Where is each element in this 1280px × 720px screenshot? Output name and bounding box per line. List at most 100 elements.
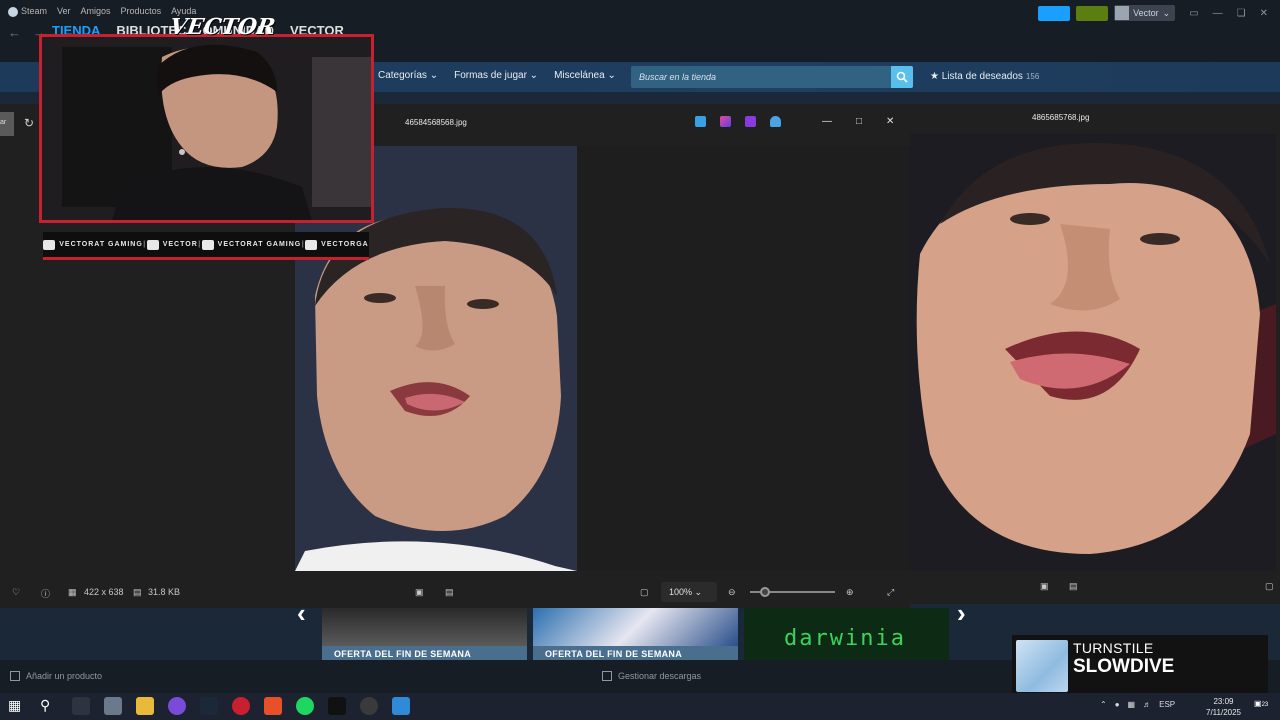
carousel-tile-2[interactable]: OFERTA DEL FIN DE SEMANA [533, 608, 738, 660]
maximize-icon[interactable]: ❏ [1237, 8, 1246, 19]
tile-image [322, 608, 527, 646]
avatar [1115, 6, 1130, 20]
announcements-button[interactable] [1038, 5, 1071, 21]
wishlist-link[interactable]: ★ Lista de deseados 156 [930, 71, 1039, 82]
text-scan-icon-2[interactable]: ▤ [1069, 581, 1078, 592]
discord-icon[interactable] [168, 697, 186, 715]
onedrive-icon[interactable] [770, 116, 781, 127]
downloads-label: Gestionar descargas [618, 671, 702, 681]
brand-logo: VECTOR [168, 14, 277, 40]
zoom-slider-thumb[interactable] [760, 587, 770, 597]
download-icon [602, 671, 612, 681]
zoom-level-select[interactable]: 100% ⌄ [661, 582, 717, 602]
obs-icon[interactable] [360, 697, 378, 715]
clipchamp-icon[interactable] [745, 116, 756, 127]
rotate-icon[interactable]: ↻ [24, 116, 34, 130]
user-menu[interactable]: Vector ⌄ [1114, 5, 1176, 21]
search-button[interactable] [891, 66, 913, 88]
webcam-overlay [39, 34, 374, 223]
youtube-icon [43, 239, 56, 250]
twitch-icon [146, 239, 159, 250]
fullscreen-icon[interactable]: ⤢ [887, 587, 894, 598]
network-icon[interactable]: ▦ [1128, 700, 1136, 709]
viewer-empty-canvas [577, 146, 910, 571]
viewer-filename: 46584568568.jpg [405, 118, 467, 127]
maximize-icon[interactable]: □ [856, 116, 862, 127]
spotify-icon[interactable] [296, 697, 314, 715]
minimize-icon[interactable]: — [822, 116, 832, 127]
nav-categorias[interactable]: Categorías ⌄ [378, 70, 438, 81]
monitor-icon[interactable]: ▭ [1189, 8, 1198, 19]
steam-icon[interactable] [200, 697, 218, 715]
app-icon[interactable] [328, 697, 346, 715]
fit-window-icon-2[interactable]: ▢ [1265, 581, 1274, 592]
twitter-icon [201, 239, 214, 250]
photo-image-2 [910, 134, 1276, 571]
close-icon[interactable]: ✕ [1260, 8, 1268, 19]
add-product-button[interactable]: Añadir un producto [10, 671, 102, 681]
brave-icon[interactable] [264, 697, 282, 715]
menu-steam[interactable]: Steam [8, 6, 47, 17]
scan-icon[interactable]: ▣ [415, 587, 424, 598]
scan-icon-2[interactable]: ▣ [1040, 581, 1049, 592]
nav-miscelanea[interactable]: Miscelánea ⌄ [554, 70, 616, 81]
clock-date: 7/11/2025 [1206, 708, 1241, 717]
social-bar: VECTORAT GAMING | VECTOR | VECTORAT GAMI… [43, 232, 369, 260]
chevron-up-icon[interactable]: ⌃ [1100, 700, 1107, 709]
album-art [1016, 640, 1068, 692]
left-edge-tab[interactable]: ar [0, 112, 14, 136]
social-twitter: VECTORAT GAMING [201, 239, 302, 250]
carousel-prev-icon[interactable]: ‹ [297, 598, 306, 629]
back-arrow-icon[interactable]: ← [8, 25, 21, 40]
minimize-icon[interactable]: — [1213, 8, 1223, 19]
tile-label: OFERTA DEL FIN DE SEMANA [322, 646, 527, 660]
search-icon[interactable]: ⚲ [40, 697, 58, 715]
tile-image [533, 608, 738, 646]
file-explorer-icon[interactable] [136, 697, 154, 715]
fit-window-icon[interactable]: ▢ [640, 587, 649, 598]
search-input[interactable]: Buscar en la tienda [631, 66, 891, 88]
social-instagram: VECTORGA [305, 239, 369, 250]
designer-icon[interactable] [720, 116, 731, 127]
clock[interactable]: 23:09 7/11/2025 [1206, 696, 1241, 718]
notification-center[interactable]: ▣23 [1254, 699, 1268, 708]
chevron-down-icon: ⌄ [1162, 7, 1171, 18]
steam-menu-bar: Steam Ver Amigos Productos Ayuda [8, 6, 196, 17]
star-icon: ★ [930, 71, 939, 82]
manage-downloads-button[interactable]: Gestionar descargas [602, 671, 701, 681]
task-view-icon[interactable] [72, 697, 90, 715]
notifications-button[interactable] [1076, 5, 1109, 21]
zoom-out-icon[interactable]: ⊖ [728, 587, 736, 598]
viewer-filename-2: 4865685768.jpg [1032, 113, 1090, 122]
photos-icon[interactable] [392, 697, 410, 715]
app-icon[interactable] [104, 697, 122, 715]
volume-icon[interactable]: ♬ [1143, 700, 1151, 709]
microphone-icon[interactable]: ● [1115, 700, 1120, 709]
viewer-window-controls: — □ ✕ [822, 116, 894, 127]
store-nav-items: Categorías ⌄ Formas de jugar ⌄ Misceláne… [378, 70, 616, 81]
menu-ver[interactable]: Ver [57, 6, 71, 16]
carousel-next-icon[interactable]: › [957, 598, 966, 629]
text-scan-icon[interactable]: ▤ [445, 587, 454, 598]
zoom-level: 100% [669, 587, 693, 597]
steam-logo-icon [8, 6, 18, 17]
opera-gx-icon[interactable] [232, 697, 250, 715]
instagram-icon [305, 239, 318, 250]
filesize-icon: ▤ [133, 587, 142, 597]
plus-icon [10, 671, 20, 681]
menu-amigos[interactable]: Amigos [81, 6, 111, 16]
carousel-tile-3[interactable]: darwinia [744, 608, 949, 660]
now-playing-title: SLOWDIVE [1073, 656, 1175, 677]
social-youtube: VECTORAT GAMING [43, 239, 143, 250]
language-indicator[interactable]: ESP [1159, 700, 1175, 709]
windows-start-icon[interactable]: ▦ [8, 697, 26, 715]
close-icon[interactable]: ✕ [886, 116, 894, 127]
clock-time: 23:09 [1213, 697, 1234, 706]
zoom-in-icon[interactable]: ⊕ [846, 587, 854, 598]
nav-formas-de-jugar[interactable]: Formas de jugar ⌄ [454, 70, 538, 81]
favorite-heart-icon[interactable]: ♡ [12, 587, 20, 598]
menu-productos[interactable]: Productos [121, 6, 162, 16]
info-icon[interactable]: ⓘ [41, 587, 50, 600]
edit-icon[interactable] [695, 116, 706, 127]
carousel-tile-1[interactable]: OFERTA DEL FIN DE SEMANA [322, 608, 527, 660]
